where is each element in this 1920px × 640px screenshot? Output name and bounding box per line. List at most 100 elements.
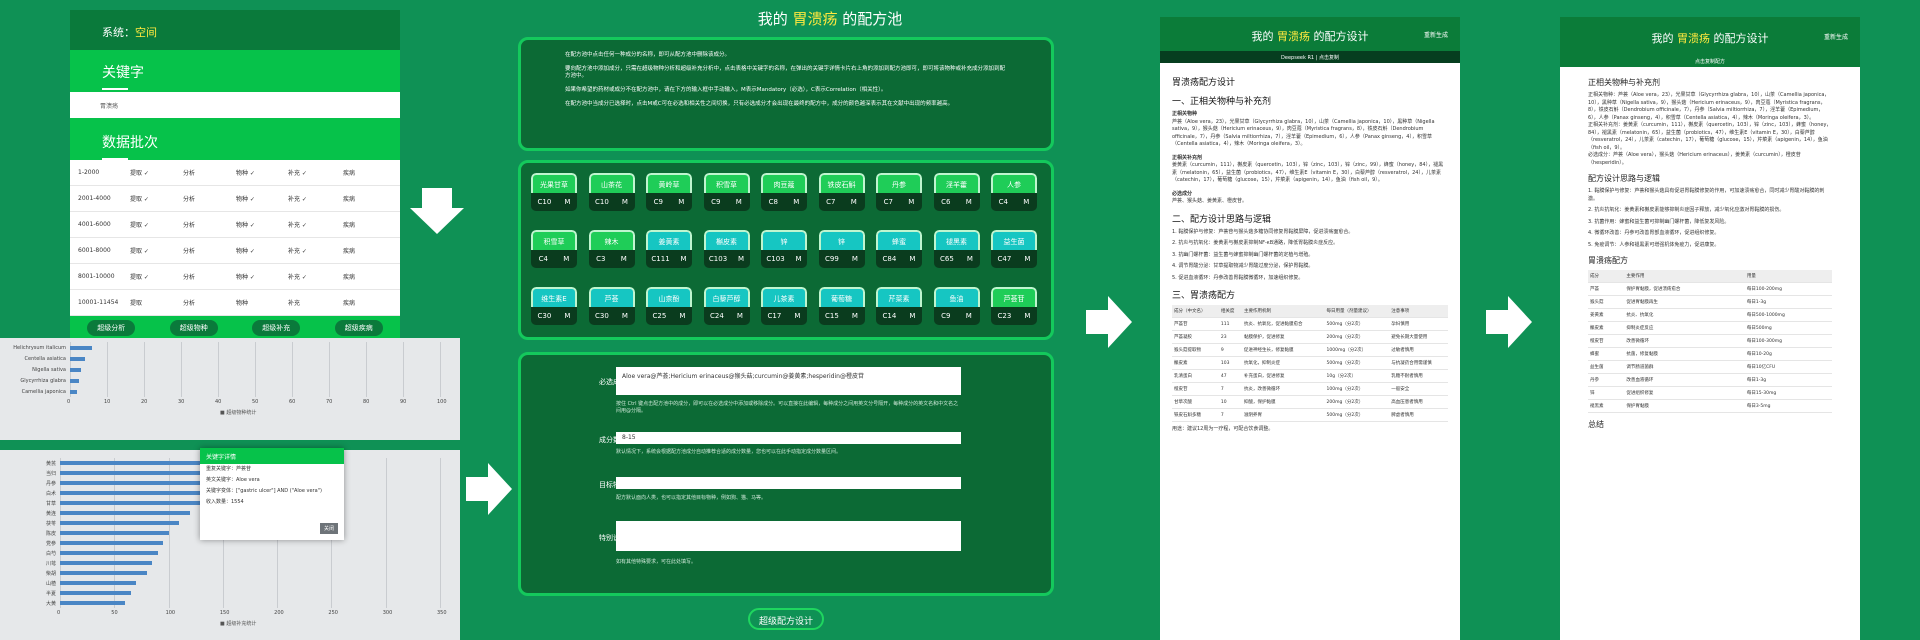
mandatory-toggle[interactable]: M: [564, 198, 570, 206]
correlation-toggle[interactable]: C103: [709, 255, 727, 263]
step-cell[interactable]: 物种 ✓: [236, 194, 288, 203]
ingredient-chip[interactable]: 山茶花 C10 M: [588, 173, 635, 211]
ingredient-name[interactable]: 铁皮石斛: [818, 173, 865, 193]
ingredient-chip[interactable]: 锌 C99 M: [818, 230, 865, 268]
mandatory-toggle[interactable]: M: [679, 312, 685, 320]
mandatory-toggle[interactable]: M: [909, 255, 915, 263]
ingredient-chip[interactable]: 芦荟 C30 M: [588, 287, 635, 325]
step-cell[interactable]: 补充 ✓: [288, 194, 343, 203]
mandatory-toggle[interactable]: M: [794, 312, 800, 320]
mandatory-toggle[interactable]: M: [908, 198, 914, 206]
mandatory-toggle[interactable]: M: [622, 198, 628, 206]
correlation-toggle[interactable]: C7: [826, 198, 835, 206]
analysis-button[interactable]: 超级补充: [252, 320, 301, 336]
step-cell[interactable]: 提取 ✓: [130, 220, 183, 229]
step-cell[interactable]: 分析: [183, 220, 236, 229]
ingredient-chip[interactable]: 鱼油 C9 M: [933, 287, 980, 325]
mandatory-toggle[interactable]: M: [1023, 198, 1029, 206]
doc1-subbar[interactable]: Deepseek R1 | 点击复制: [1160, 51, 1460, 63]
doc2-subbar[interactable]: 点击复制配方: [1560, 55, 1860, 67]
correlation-toggle[interactable]: C17: [768, 312, 782, 320]
ingredient-chip[interactable]: 锌 C103 M: [761, 230, 807, 268]
step-cell[interactable]: 物种 ✓: [236, 272, 288, 281]
ingredient-name[interactable]: 芦荟: [588, 287, 635, 307]
ingredient-chip[interactable]: 褪黑素 C65 M: [933, 230, 980, 268]
correlation-toggle[interactable]: C30: [595, 312, 609, 320]
ingredient-name[interactable]: 蜂蜜: [876, 230, 922, 250]
ingredient-name[interactable]: 山茶花: [588, 173, 635, 193]
mandatory-toggle[interactable]: M: [678, 198, 684, 206]
correlation-toggle[interactable]: C111: [651, 255, 669, 263]
ingredient-name[interactable]: 白藜芦醇: [703, 287, 750, 307]
ingredient-chip[interactable]: 姜黄素 C111 M: [646, 230, 692, 268]
ingredient-chip[interactable]: 黄岭草 C9 M: [646, 173, 692, 211]
mandatory-toggle[interactable]: M: [621, 255, 627, 263]
step-cell[interactable]: 物种 ✓: [236, 220, 288, 229]
step-cell[interactable]: 分析: [183, 298, 236, 307]
analysis-button[interactable]: 超级疾病: [334, 320, 383, 336]
step-cell[interactable]: 补充: [288, 298, 343, 307]
step-cell[interactable]: 疾病: [343, 168, 393, 177]
mandatory-toggle[interactable]: M: [909, 312, 915, 320]
correlation-toggle[interactable]: C4: [539, 255, 548, 263]
count-input[interactable]: 8-15: [616, 432, 961, 444]
step-cell[interactable]: 分析: [183, 246, 236, 255]
ingredient-name[interactable]: 益生菌: [991, 230, 1037, 250]
ingredient-chip[interactable]: 维生素E C30 M: [531, 287, 577, 325]
correlation-toggle[interactable]: C23: [998, 312, 1012, 320]
mandatory-toggle[interactable]: M: [851, 198, 857, 206]
target-input[interactable]: [616, 477, 961, 489]
ingredient-chip[interactable]: 益生菌 C47 M: [991, 230, 1037, 268]
regenerate-button[interactable]: 重新生成: [1824, 32, 1848, 41]
correlation-toggle[interactable]: C4: [999, 198, 1008, 206]
step-cell[interactable]: 物种 ✓: [236, 246, 288, 255]
step-cell[interactable]: 提取 ✓: [130, 168, 183, 177]
ingredient-name[interactable]: 褪黑素: [933, 230, 980, 250]
ingredient-name[interactable]: 鱼油: [933, 287, 980, 307]
step-cell[interactable]: 分析: [183, 194, 236, 203]
ingredient-name[interactable]: 肉豆蔻: [761, 173, 807, 193]
ingredient-chip[interactable]: 槲皮素 C103 M: [703, 230, 750, 268]
step-cell[interactable]: 补充 ✓: [288, 168, 343, 177]
ingredient-name[interactable]: 槲皮素: [703, 230, 750, 250]
ingredient-chip[interactable]: 淫羊藿 C6 M: [933, 173, 980, 211]
mandatory-toggle[interactable]: M: [966, 198, 972, 206]
ingredient-name[interactable]: 锌: [761, 230, 807, 250]
ingredient-name[interactable]: 芹菜素: [876, 287, 922, 307]
correlation-toggle[interactable]: C10: [538, 198, 552, 206]
step-cell[interactable]: 疾病: [343, 246, 393, 255]
ingredient-chip[interactable]: 山柰酚 C25 M: [646, 287, 692, 325]
correlation-toggle[interactable]: C47: [998, 255, 1012, 263]
step-cell[interactable]: 疾病: [343, 298, 393, 307]
mandatory-toggle[interactable]: M: [1024, 312, 1030, 320]
mandatory-toggle[interactable]: M: [967, 255, 973, 263]
analysis-button[interactable]: 超级分析: [87, 320, 136, 336]
step-cell[interactable]: 物种: [236, 298, 288, 307]
submit-button[interactable]: 超级配方设计: [748, 608, 824, 630]
correlation-toggle[interactable]: C7: [884, 198, 893, 206]
ingredient-name[interactable]: 葡萄糖: [818, 287, 865, 307]
ingredient-chip[interactable]: 芹菜素 C14 M: [876, 287, 922, 325]
correlation-toggle[interactable]: C24: [710, 312, 724, 320]
ingredient-name[interactable]: 姜黄素: [646, 230, 692, 250]
mandatory-toggle[interactable]: M: [681, 255, 687, 263]
step-cell[interactable]: 疾病: [343, 194, 393, 203]
correlation-toggle[interactable]: C65: [940, 255, 954, 263]
ingredient-chip[interactable]: 光果甘草 C10 M: [531, 173, 577, 211]
ingredient-name[interactable]: 积雪草: [531, 230, 577, 250]
step-cell[interactable]: 提取 ✓: [130, 194, 183, 203]
correlation-toggle[interactable]: C14: [883, 312, 897, 320]
ingredient-name[interactable]: 山柰酚: [646, 287, 692, 307]
step-cell[interactable]: 补充 ✓: [288, 246, 343, 255]
mandatory-toggle[interactable]: M: [736, 198, 742, 206]
ingredient-name[interactable]: 黄岭草: [646, 173, 692, 193]
must-input[interactable]: Aloe vera@芦荟;Hericium erinaceus@猴头菇;curc…: [616, 367, 961, 395]
modal-close-button[interactable]: 关闭: [319, 523, 338, 534]
ingredient-chip[interactable]: 积雪草 C9 M: [703, 173, 750, 211]
step-cell[interactable]: 补充 ✓: [288, 220, 343, 229]
regenerate-button[interactable]: 重新生成: [1424, 30, 1448, 39]
notes-input[interactable]: [616, 521, 961, 551]
correlation-toggle[interactable]: C6: [941, 198, 950, 206]
mandatory-toggle[interactable]: M: [563, 255, 569, 263]
ingredient-name[interactable]: 芦荟苷: [991, 287, 1037, 307]
